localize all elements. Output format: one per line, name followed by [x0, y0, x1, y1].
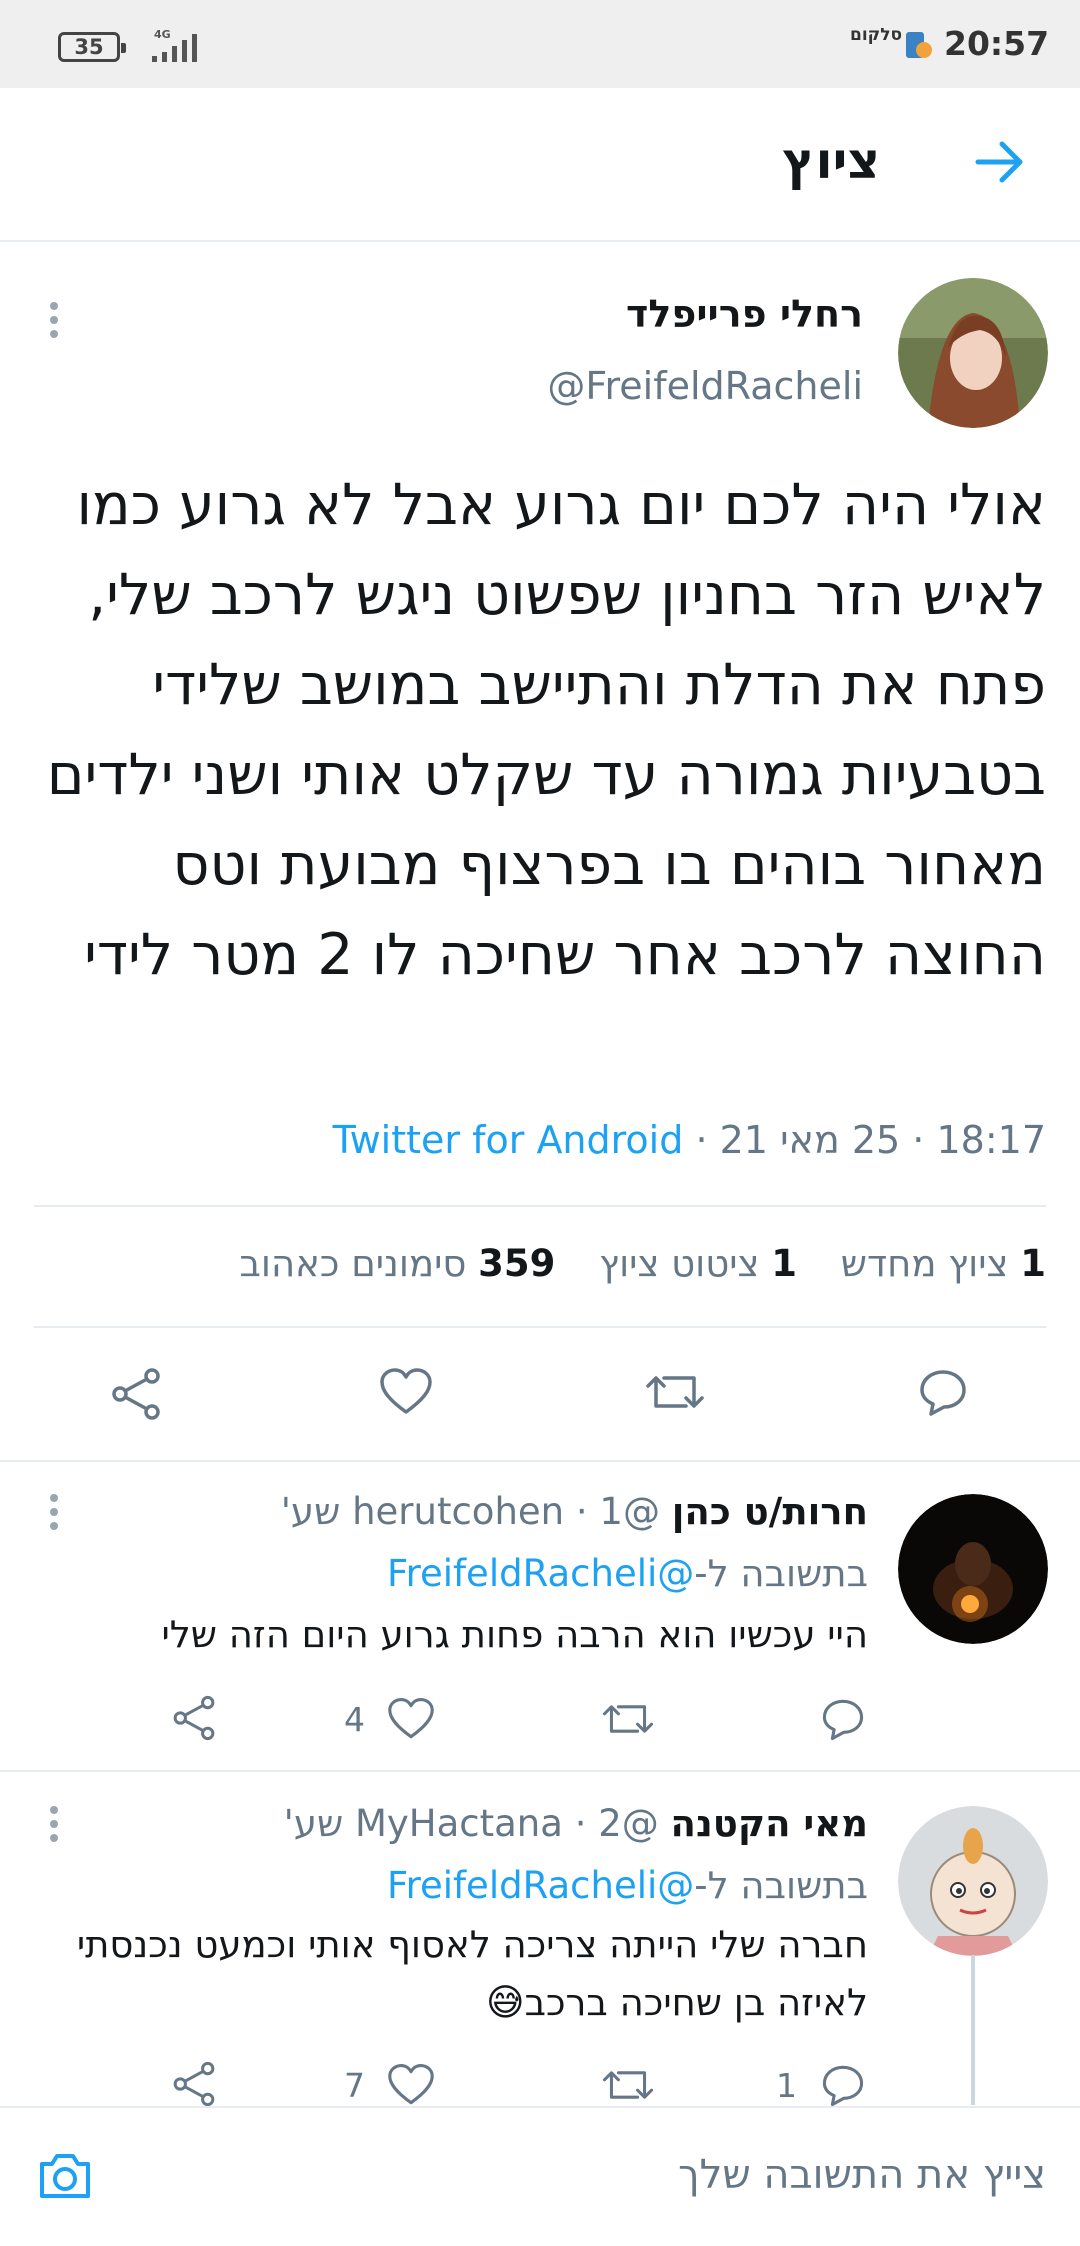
reply-author-avatar[interactable]: [898, 1806, 1048, 1956]
reply-to-mention[interactable]: @FreifeldRacheli: [387, 1864, 694, 1907]
reply-icon[interactable]: [820, 2062, 866, 2108]
reply-compose-bar[interactable]: צייץ את התשובה שלך: [0, 2106, 1080, 2246]
author-avatar[interactable]: [898, 278, 1048, 428]
divider: [34, 1205, 1046, 1207]
reply-text: היי עכשיו הוא הרבה פחות גרוע היום הזה של…: [161, 1613, 868, 1656]
signal-icon: 4G: [152, 28, 197, 62]
like-heart-icon[interactable]: [386, 1696, 436, 1742]
notification-app-icon: [906, 32, 932, 58]
top-app-bar: ציוץ: [0, 88, 1080, 242]
meta-separator: ·: [574, 1802, 599, 1845]
clock: 20:57: [944, 24, 1050, 63]
reply-to-label: בתשובה ל-: [694, 1552, 868, 1595]
like-heart-icon[interactable]: [386, 2062, 436, 2108]
tweet-stats: 1 ציוץ מחדש 1 ציטוט ציוץ 359 סימונים כאה…: [240, 1242, 1046, 1285]
tweet-date: 25 מאי 21: [719, 1118, 901, 1162]
share-icon[interactable]: [170, 1694, 218, 1742]
reply-input-placeholder[interactable]: צייץ את התשובה שלך: [678, 2152, 1046, 2198]
likes-stat[interactable]: 359 סימונים כאהוב: [240, 1242, 556, 1285]
quotes-stat[interactable]: 1 ציטוט ציוץ: [599, 1242, 797, 1285]
reply-count: 1: [776, 2066, 797, 2105]
divider: [0, 1770, 1080, 1772]
reply-author-name[interactable]: חרות/ט כהן: [672, 1490, 868, 1533]
tweet-text: אולי היה לכם יום גרוע אבל לא גרוע כמו לא…: [46, 472, 1046, 988]
reply-header: חרות/ט כהן @herutcohen · 1 שע': [281, 1490, 868, 1533]
reply-to-mention[interactable]: @FreifeldRacheli: [387, 1552, 694, 1595]
reply-context: בתשובה ל-@FreifeldRacheli: [387, 1552, 868, 1595]
retweet-icon[interactable]: [644, 1366, 706, 1418]
tweet-time: 18:17: [936, 1118, 1046, 1162]
camera-icon[interactable]: [36, 2148, 94, 2202]
battery-level: 35: [74, 35, 104, 59]
divider: [0, 1460, 1080, 1462]
share-icon[interactable]: [108, 1366, 164, 1422]
back-arrow-icon[interactable]: [970, 132, 1030, 192]
author-handle[interactable]: @FreifeldRacheli: [547, 364, 863, 408]
carrier-label: סלקום: [850, 25, 903, 45]
share-icon[interactable]: [170, 2060, 218, 2108]
tweet-source[interactable]: Twitter for Android: [333, 1118, 684, 1162]
reply-author-name[interactable]: מאי הקטנה: [671, 1802, 868, 1845]
reply-text: חברה שלי הייתה צריכה לאסוף אותי וכמעט נכ…: [76, 1923, 868, 2024]
reply-icon[interactable]: [820, 1696, 866, 1742]
more-options-icon[interactable]: [44, 300, 64, 340]
tweet-metadata: 18:17 · 25 מאי 21 · Twitter for Android: [333, 1118, 1046, 1162]
thread-connector-line: [971, 1955, 975, 2105]
reply-author-avatar[interactable]: [898, 1494, 1048, 1644]
reply-context: בתשובה ל-@FreifeldRacheli: [387, 1864, 868, 1907]
retweet-icon[interactable]: [601, 2062, 655, 2108]
author-name[interactable]: רחלי פרייפלד: [626, 292, 863, 336]
meta-separator: ·: [900, 1118, 925, 1162]
page-title: ציוץ: [782, 132, 880, 190]
status-bar: 35 4G סלקום 20:57: [0, 0, 1080, 88]
meta-separator: ·: [575, 1490, 600, 1533]
meta-separator: ·: [683, 1118, 708, 1162]
like-count: 7: [344, 2066, 365, 2105]
retweets-stat[interactable]: 1 ציוץ מחדש: [841, 1242, 1046, 1285]
reply-header: מאי הקטנה @MyHactana · 2 שע': [284, 1802, 868, 1845]
like-heart-icon[interactable]: [378, 1366, 434, 1418]
retweet-icon[interactable]: [601, 1696, 655, 1742]
more-options-icon[interactable]: [44, 1492, 64, 1532]
battery-icon: 35: [58, 32, 126, 62]
reply-icon[interactable]: [917, 1366, 969, 1418]
divider: [34, 1326, 1046, 1328]
more-options-icon[interactable]: [44, 1804, 64, 1844]
network-type: 4G: [154, 28, 171, 41]
like-count: 4: [344, 1700, 365, 1739]
reply-to-label: בתשובה ל-: [694, 1864, 868, 1907]
